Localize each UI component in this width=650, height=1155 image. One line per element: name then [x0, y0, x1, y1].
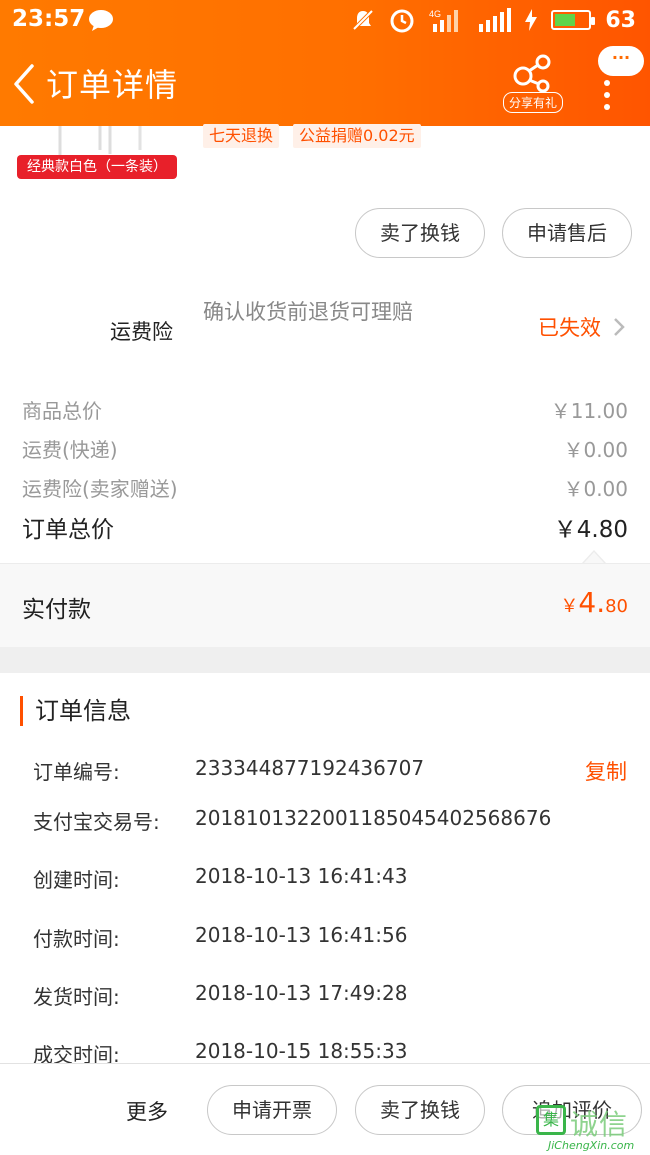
actual-payment-label: 实付款 — [22, 597, 91, 623]
share-icon — [513, 54, 551, 92]
info-value: 2018101322001185045402568676 — [195, 806, 552, 830]
copy-button[interactable]: 复制 — [585, 756, 627, 786]
svg-text:4G: 4G — [429, 9, 441, 19]
price-label: 商品总价 — [22, 399, 102, 423]
share-label: 分享有礼 — [502, 92, 563, 113]
price-label: 运费险(卖家赠送) — [22, 477, 178, 501]
order-total-value: ￥4.80 — [553, 517, 628, 543]
insurance-name: 运费险 — [110, 320, 173, 344]
info-row-created: 创建时间: 2018-10-13 16:41:43 — [33, 864, 633, 894]
site-watermark: 集 诚信 JiChengXin.com — [530, 1103, 650, 1155]
caret-up-icon — [582, 550, 606, 564]
info-key: 订单编号: — [33, 760, 120, 784]
insurance-status: 已失效 — [538, 316, 601, 340]
product-variant-tag: 经典款白色（一条装） — [17, 155, 177, 179]
product-image[interactable] — [40, 126, 160, 156]
info-value: 2018-10-13 16:41:43 — [195, 864, 408, 888]
message-bubble-icon: ··· — [598, 46, 644, 76]
insurance-description: 确认收货前退货可理赔 — [203, 300, 413, 324]
section-divider — [0, 647, 650, 673]
actual-payment-value: ￥4.80 — [560, 586, 628, 619]
shipping-insurance-row[interactable]: 运费险 确认收货前退货可理赔 已失效 — [0, 296, 650, 366]
request-invoice-button[interactable]: 申请开票 — [207, 1085, 337, 1135]
price-value: ￥0.00 — [563, 477, 628, 501]
more-menu-button[interactable]: ··· — [592, 46, 646, 110]
chat-notification-icon — [89, 10, 113, 31]
alarm-icon — [390, 9, 414, 33]
status-time: 23:57 — [12, 6, 86, 32]
chevron-right-icon — [614, 318, 625, 336]
more-dots-icon — [604, 80, 610, 116]
back-arrow-icon[interactable] — [10, 62, 44, 106]
watermark-logo-icon: 集 — [536, 1105, 566, 1135]
info-key: 支付宝交易号: — [33, 810, 160, 834]
after-sale-button[interactable]: 申请售后 — [502, 208, 632, 258]
more-actions-link[interactable]: 更多 — [126, 1096, 168, 1126]
info-value: 2018-10-13 17:49:28 — [195, 981, 408, 1005]
info-key: 创建时间: — [33, 868, 120, 892]
info-value: 2018-10-15 18:55:33 — [195, 1039, 408, 1063]
signal-icon — [479, 8, 512, 32]
page-title: 订单详情 — [46, 66, 179, 104]
share-button[interactable]: 分享有礼 — [500, 52, 566, 116]
service-tag: 七天退换 — [203, 124, 280, 148]
service-tags: 七天退换 公益捐赠0.02元 — [203, 124, 421, 148]
app-header: 23:57 4G 63 订单详情 分享有礼 ··· — [0, 0, 650, 126]
order-total-row: 订单总价 ￥4.80 — [22, 510, 628, 544]
currency-symbol: ￥ — [560, 596, 579, 617]
battery-icon — [551, 10, 596, 30]
status-icons: 4G 63 — [351, 6, 636, 34]
service-tag: 公益捐赠0.02元 — [293, 124, 421, 148]
info-key: 发货时间: — [33, 985, 120, 1009]
price-value: ￥11.00 — [550, 399, 628, 423]
info-value: 2018-10-13 16:41:56 — [195, 923, 408, 947]
info-value: 233344877192436707 — [195, 756, 425, 780]
price-value: ￥0.00 — [563, 438, 628, 462]
info-row-order-number: 订单编号: 233344877192436707 复制 — [33, 756, 633, 786]
watermark-text: 诚信 — [570, 1108, 629, 1141]
sell-for-cash-button-bottom[interactable]: 卖了换钱 — [355, 1085, 485, 1135]
price-row-shipping: 运费(快递) ￥0.00 — [22, 434, 628, 464]
order-total-label: 订单总价 — [22, 517, 114, 543]
battery-level — [555, 14, 576, 26]
sell-for-cash-button[interactable]: 卖了换钱 — [355, 208, 485, 258]
amount-decimal: 80 — [605, 596, 628, 617]
price-row-insurance: 运费险(卖家赠送) ￥0.00 — [22, 473, 628, 503]
price-label: 运费(快递) — [22, 438, 118, 462]
info-row-alipay-number: 支付宝交易号: 2018101322001185045402568676 — [33, 806, 633, 836]
signal-4g-icon: 4G — [429, 9, 459, 32]
order-info-title: 订单信息 — [20, 696, 131, 726]
status-bar: 23:57 4G 63 — [0, 0, 650, 40]
info-row-paid: 付款时间: 2018-10-13 16:41:56 — [33, 923, 633, 953]
charging-icon — [525, 9, 538, 31]
info-key: 付款时间: — [33, 927, 120, 951]
price-row-goods: 商品总价 ￥11.00 — [22, 395, 628, 425]
info-row-shipped: 发货时间: 2018-10-13 17:49:28 — [33, 981, 633, 1011]
actual-payment-box: 实付款 ￥4.80 — [0, 563, 650, 647]
battery-percent: 63 — [605, 7, 636, 33]
mute-icon — [352, 9, 374, 31]
amount-integer: 4. — [578, 586, 606, 619]
watermark-url: JiChengXin.com — [548, 1139, 635, 1152]
